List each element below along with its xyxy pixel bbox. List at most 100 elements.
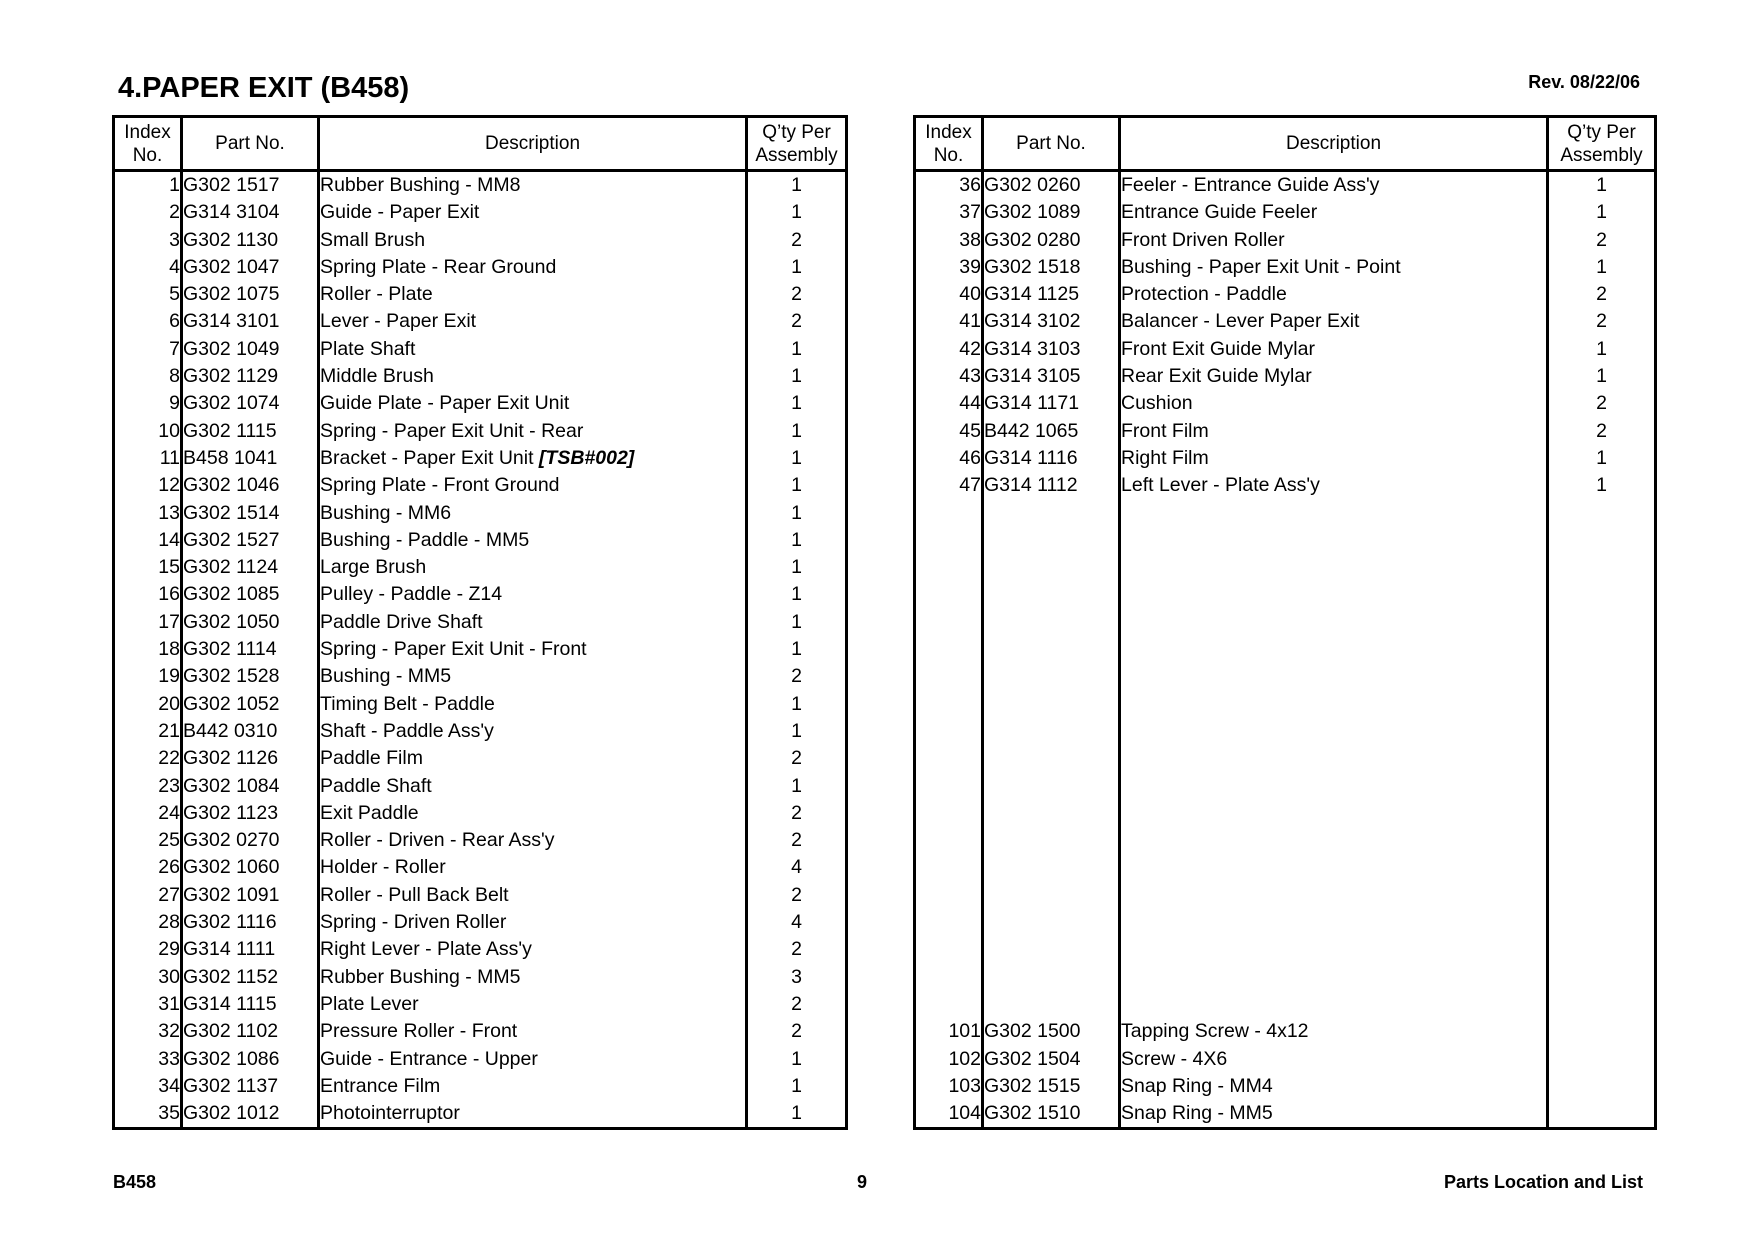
index-cell: 11 — [113, 444, 183, 473]
index-cell: 34 — [113, 1072, 183, 1101]
description-cell: Spring - Paper Exit Unit - Front — [318, 636, 748, 664]
table-row: 41 G314 3102 Balancer - Lever Paper Exit 2 — [914, 308, 1656, 336]
qty-cell: 1 — [1596, 365, 1607, 388]
description-text: Spring - Paper Exit Unit - Front — [320, 638, 587, 661]
description-cell: Snap Ring - MM5 — [1119, 1100, 1549, 1129]
description-text: Roller - Pull Back Belt — [320, 883, 509, 906]
table-row: 29 G314 1111 Right Lever - Plate Ass'y 2 — [113, 936, 847, 964]
index-cell: 10 — [113, 417, 183, 445]
qty-cell: 2 — [791, 992, 802, 1015]
empty-cell — [982, 499, 1121, 1019]
description-text: Spring Plate - Rear Ground — [320, 255, 557, 278]
part-no-cell: G302 1046 — [181, 472, 320, 500]
part-no-cell: G302 1114 — [181, 636, 320, 664]
part-no-cell: G302 1084 — [181, 772, 320, 800]
index-cell: 5 — [113, 281, 183, 309]
index-cell: 17 — [113, 608, 183, 637]
table-row: 22 G302 1126 Paddle Film 2 — [113, 745, 847, 773]
qty-cell: 1 — [791, 528, 802, 551]
index-cell: 23 — [113, 772, 183, 800]
header-text: Assembly — [1560, 144, 1643, 166]
empty-cell — [1548, 500, 1656, 1019]
index-cell: 45 — [914, 417, 984, 445]
index-cell: 22 — [113, 745, 183, 773]
index-cell: 30 — [113, 963, 183, 991]
description-cell: Bracket - Paper Exit Unit [TSB#002] — [318, 444, 748, 473]
index-cell: 3 — [113, 226, 183, 254]
description-text: Small Brush — [320, 228, 426, 251]
qty-cell: 1 — [791, 446, 802, 469]
table-row: 25 G302 0270 Roller - Driven - Rear Ass'y 2 — [113, 827, 847, 855]
index-cell: 24 — [113, 799, 183, 828]
description-text: Bushing - MM6 — [320, 501, 452, 524]
part-no-cell: G314 1171 — [982, 390, 1121, 418]
qty-cell: 2 — [1596, 310, 1607, 333]
qty-cell: 1 — [1596, 255, 1607, 278]
description-text: Front Film — [1121, 419, 1209, 442]
page-title: 4.PAPER EXIT (B458) — [118, 72, 410, 104]
description-cell: Front Film — [1119, 417, 1549, 445]
description-cell: Shaft - Paddle Ass'y — [318, 717, 748, 746]
description-text: Pressure Roller - Front — [320, 1020, 518, 1043]
description-cell: Bushing - Paddle - MM5 — [318, 526, 748, 555]
part-no-cell: G314 3102 — [982, 308, 1121, 336]
index-cell: 104 — [914, 1100, 984, 1129]
part-no-cell: G302 1137 — [181, 1072, 320, 1101]
table-row: 21 B442 0310 Shaft - Paddle Ass'y 1 — [113, 717, 847, 746]
table-row: 46 G314 1116 Right Film 1 — [914, 444, 1656, 473]
description-text: Spring - Paper Exit Unit - Rear — [320, 419, 584, 442]
qty-cell: 2 — [791, 883, 802, 906]
part-no-cell: B458 1041 — [181, 444, 320, 473]
table-row: 102 G302 1504 Screw - 4X6 — [914, 1045, 1656, 1073]
part-no-cell: G302 1514 — [181, 499, 320, 527]
index-cell: 39 — [914, 253, 984, 282]
header-text: Index — [124, 121, 171, 143]
empty-cell — [914, 499, 984, 1019]
index-cell: 40 — [914, 281, 984, 309]
description-text: Holder - Roller — [320, 856, 446, 879]
part-no-cell: G314 1116 — [982, 444, 1121, 473]
description-text: Balancer - Lever Paper Exit — [1121, 310, 1360, 333]
part-no-cell: G302 1129 — [181, 363, 320, 391]
description-text: Guide - Entrance - Upper — [320, 1047, 538, 1070]
part-no-cell: G302 0280 — [982, 226, 1121, 254]
table-row: 44 G314 1171 Cushion 2 — [914, 390, 1656, 418]
part-no-cell: G302 1091 — [181, 881, 320, 910]
description-cell: Protection - Paddle — [1119, 281, 1549, 309]
qty-cell: 1 — [1596, 337, 1607, 360]
part-no-cell: G302 0270 — [181, 827, 320, 855]
qty-cell: 1 — [791, 1102, 802, 1125]
description-cell: Timing Belt - Paddle — [318, 690, 748, 718]
part-no-cell: G302 1152 — [181, 963, 320, 991]
part-no-cell: G302 1126 — [181, 745, 320, 773]
column-header-qty: Q’ty Per Assembly — [1547, 116, 1656, 172]
part-no-cell: G302 1012 — [181, 1100, 320, 1129]
description-cell: Spring Plate - Rear Ground — [318, 253, 748, 282]
index-cell: 46 — [914, 444, 984, 473]
qty-cell: 1 — [1596, 201, 1607, 224]
table-row: 40 G314 1125 Protection - Paddle 2 — [914, 281, 1656, 309]
part-no-cell: G302 1047 — [181, 253, 320, 282]
qty-cell: 1 — [791, 201, 802, 224]
qty-cell: 2 — [791, 747, 802, 770]
column-header-description: Description — [318, 116, 748, 172]
index-cell: 35 — [113, 1100, 183, 1129]
description-cell: Entrance Guide Feeler — [1119, 199, 1549, 227]
qty-cell: 2 — [791, 829, 802, 852]
index-cell: 28 — [113, 909, 183, 937]
qty-cell: 2 — [791, 283, 802, 306]
index-cell: 20 — [113, 690, 183, 718]
description-text: Protection - Paddle — [1121, 283, 1287, 306]
description-cell: Guide - Paper Exit — [318, 199, 748, 227]
description-cell: Entrance Film — [318, 1072, 748, 1101]
description-cell: Pulley - Paddle - Z14 — [318, 581, 748, 609]
qty-cell: 4 — [791, 911, 802, 934]
table-row: 30 G302 1152 Rubber Bushing - MM5 3 — [113, 963, 847, 991]
description-text: Pulley - Paddle - Z14 — [320, 583, 503, 606]
index-cell: 36 — [914, 170, 984, 200]
qty-cell — [1548, 1046, 1656, 1073]
part-no-cell: G302 1086 — [181, 1045, 320, 1073]
table-row: 37 G302 1089 Entrance Guide Feeler 1 — [914, 199, 1656, 227]
description-text: Feeler - Entrance Guide Ass'y — [1121, 174, 1380, 196]
column-header-index: Index No. — [113, 116, 183, 172]
